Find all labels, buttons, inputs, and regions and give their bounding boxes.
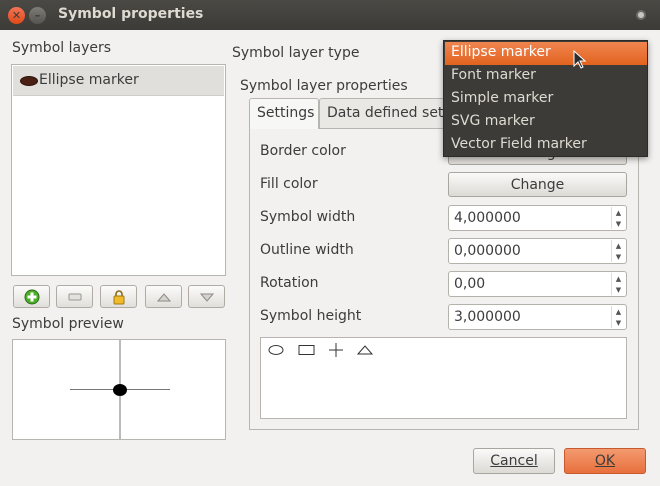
symbol-width-value: 4,000000 <box>454 210 521 226</box>
cancel-button-label: Cancel <box>490 453 538 469</box>
dropdown-option-svg-marker[interactable]: SVG marker <box>445 111 647 134</box>
triangle-shape-icon[interactable] <box>356 345 374 355</box>
fill-color-label: Fill color <box>260 176 318 192</box>
lock-layer-button[interactable] <box>100 285 137 308</box>
tab-data-defined-settings[interactable]: Data defined settings <box>319 98 449 128</box>
symbol-layers-label: Symbol layers <box>12 40 112 56</box>
rectangle-shape-icon[interactable] <box>298 345 315 355</box>
preview-marker-graphic <box>70 340 170 439</box>
symbol-layer-properties-label: Symbol layer properties <box>240 78 408 94</box>
minimize-window-button[interactable]: – <box>29 7 46 24</box>
minus-icon <box>68 293 81 300</box>
move-up-button[interactable] <box>145 285 182 308</box>
close-icon: ✕ <box>11 9 22 22</box>
ellipse-swatch-icon <box>20 76 38 86</box>
symbol-height-spinbox[interactable]: 3,000000 ▲ ▼ <box>448 304 627 330</box>
ok-button-label: OK <box>594 453 616 469</box>
fill-color-change-button[interactable]: Change <box>448 172 627 197</box>
lock-icon <box>113 289 124 304</box>
dropdown-option-simple-marker[interactable]: Simple marker <box>445 88 647 111</box>
move-down-button[interactable] <box>188 285 225 308</box>
plus-icon <box>24 289 39 304</box>
symbol-width-label: Symbol width <box>260 209 356 225</box>
symbol-height-value: 3,000000 <box>454 309 521 325</box>
dropdown-option-font-marker[interactable]: Font marker <box>445 65 647 88</box>
remove-layer-button[interactable] <box>56 285 93 308</box>
symbol-width-spinbox[interactable]: 4,000000 ▲ ▼ <box>448 205 627 231</box>
ok-button[interactable]: OK <box>564 448 646 474</box>
symbol-preview-label: Symbol preview <box>12 316 124 332</box>
tab-settings[interactable]: Settings <box>249 98 319 129</box>
marker-shapes-strip <box>268 343 374 357</box>
triangle-down-icon <box>199 293 214 302</box>
symbol-layer-type-dropdown[interactable]: Ellipse marker Font marker Simple marker… <box>443 40 648 157</box>
list-item[interactable]: Ellipse marker <box>13 66 224 96</box>
rotation-label: Rotation <box>260 275 319 291</box>
window-menu-button[interactable] <box>636 10 646 20</box>
cancel-button[interactable]: Cancel <box>473 448 555 474</box>
symbol-layers-list[interactable]: Ellipse marker <box>11 64 226 276</box>
spin-arrows-icon[interactable]: ▲ ▼ <box>611 273 625 295</box>
rotation-spinbox[interactable]: 0,00 ▲ ▼ <box>448 271 627 297</box>
spin-arrows-icon[interactable]: ▲ ▼ <box>611 240 625 262</box>
mouse-cursor-icon <box>573 50 587 69</box>
spin-arrows-icon[interactable]: ▲ ▼ <box>611 207 625 229</box>
window-title: Symbol properties <box>58 6 204 22</box>
circle-shape-icon[interactable] <box>268 345 284 355</box>
symbol-height-label: Symbol height <box>260 308 362 324</box>
list-item-label: Ellipse marker <box>39 72 139 88</box>
dropdown-option-vector-field-marker[interactable]: Vector Field marker <box>445 134 647 157</box>
symbol-preview <box>12 339 226 440</box>
minimize-icon: – <box>34 9 41 22</box>
add-layer-button[interactable] <box>13 285 50 308</box>
symbol-layer-type-label: Symbol layer type <box>232 45 360 61</box>
title-bar: ✕ – Symbol properties <box>0 0 660 30</box>
rotation-value: 0,00 <box>454 276 486 292</box>
outline-width-spinbox[interactable]: 0,000000 ▲ ▼ <box>448 238 627 264</box>
dropdown-option-ellipse-marker[interactable]: Ellipse marker <box>445 42 647 65</box>
triangle-up-icon <box>156 292 171 301</box>
spin-arrows-icon[interactable]: ▲ ▼ <box>611 306 625 328</box>
cross-shape-icon[interactable] <box>329 343 343 357</box>
outline-width-value: 0,000000 <box>454 243 521 259</box>
marker-shapes-list[interactable] <box>260 337 627 419</box>
border-color-label: Border color <box>260 143 346 159</box>
close-window-button[interactable]: ✕ <box>8 7 25 24</box>
outline-width-label: Outline width <box>260 242 354 258</box>
